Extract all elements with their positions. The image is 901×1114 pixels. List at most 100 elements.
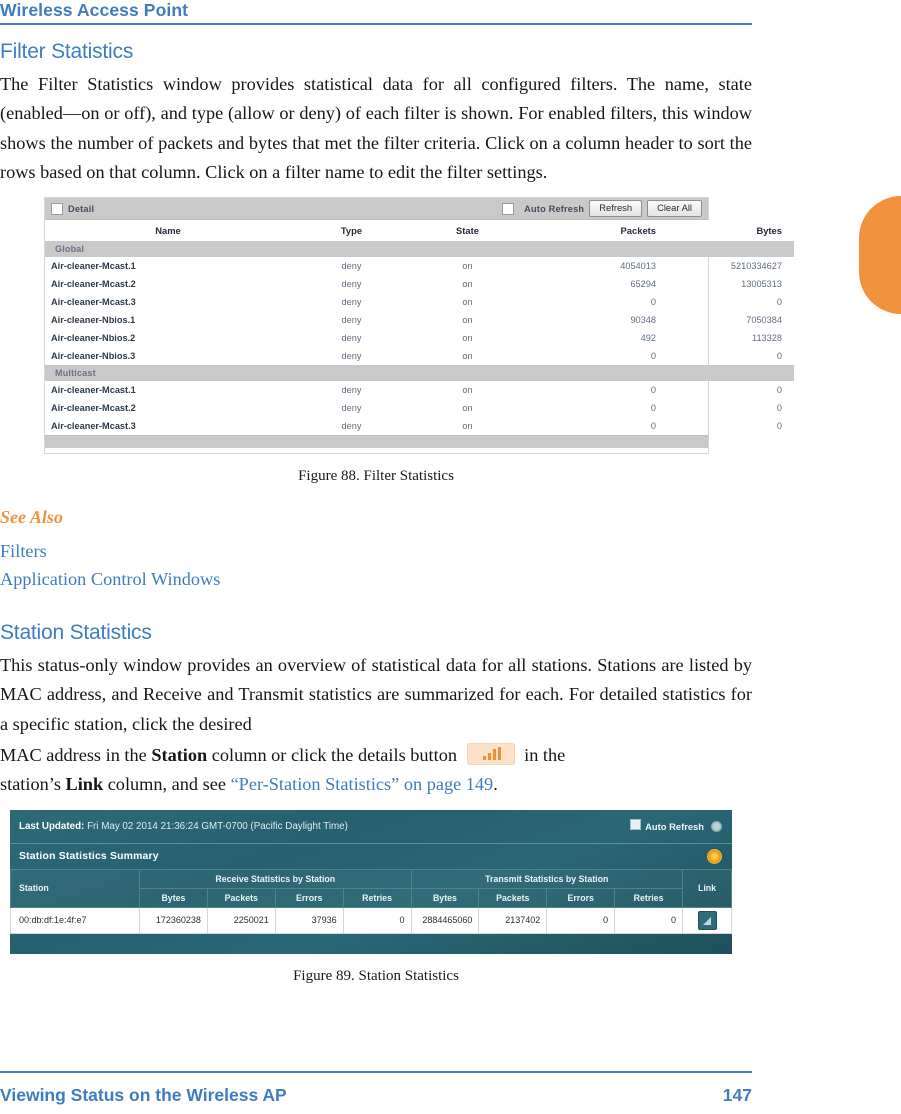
column-header-link[interactable]: Link (682, 868, 732, 908)
group-row-global: Global (45, 241, 794, 258)
detail-checkbox-label: Detail (68, 203, 95, 214)
xref-per-station-statistics[interactable]: “Per-Station Statistics” on page 149 (231, 774, 494, 794)
station-stats-topbar-actions: Auto Refresh (630, 817, 722, 835)
filter-stats-toolbar-actions: Auto Refresh Refresh Clear All (502, 200, 702, 218)
column-header-rx-errors[interactable]: Errors (274, 887, 344, 908)
cell-station-mac[interactable]: 00:db:df:1e:4f:e7 (10, 906, 140, 934)
cell-link-button[interactable] (682, 906, 732, 934)
column-header-station[interactable]: Station (10, 868, 140, 908)
collapse-toggle-icon[interactable] (707, 848, 722, 864)
see-also-link-filters[interactable]: Filters (0, 537, 752, 565)
header-rule (0, 23, 752, 25)
cell-bytes: 5210334627 (730, 261, 782, 272)
cell-type: deny (341, 351, 362, 362)
cell-rx-retries: 0 (342, 906, 412, 934)
text-mac-address-in-the: MAC address in the (0, 745, 152, 766)
detail-checkbox[interactable] (51, 202, 63, 215)
column-header-rx-bytes[interactable]: Bytes (139, 887, 208, 908)
cell-name[interactable]: Air-cleaner-Mcast.3 (45, 417, 291, 435)
column-header-tx-bytes[interactable]: Bytes (410, 887, 480, 908)
see-also-link-application-control-windows[interactable]: Application Control Windows (0, 565, 752, 593)
table-row[interactable]: Air-cleaner-Mcast.1 deny on 4054013 5210… (45, 257, 794, 275)
table-row[interactable]: Air-cleaner-Nbios.2 deny on 492 113328 (45, 329, 794, 347)
page-footer: Viewing Status on the Wireless AP 147 (0, 1085, 752, 1106)
cell-bytes: 0 (776, 297, 782, 308)
cell-bytes: 13005313 (741, 279, 782, 290)
filter-statistics-screenshot: Detail Auto Refresh Refresh Clear All Na… (44, 197, 794, 455)
cell-name[interactable]: Air-cleaner-Nbios.1 (45, 311, 291, 329)
table-row[interactable]: Air-cleaner-Mcast.3 deny on 0 0 (45, 293, 794, 311)
cell-name[interactable]: Air-cleaner-Mcast.1 (45, 257, 291, 275)
heading-filter-statistics: Filter Statistics (0, 40, 134, 63)
cell-name[interactable]: Air-cleaner-Nbios.2 (45, 329, 291, 347)
cell-type: deny (341, 315, 362, 326)
cell-packets: 0 (650, 421, 656, 432)
text-period: . (493, 774, 498, 795)
filter-stats-toolbar: Detail Auto Refresh Refresh Clear All (45, 198, 708, 221)
cell-state: on (462, 261, 473, 272)
figure-88-caption: Figure 88. Filter Statistics (298, 468, 454, 485)
paragraph-station-statistics-part3: station’s Link column, and see “Per-Stat… (0, 770, 752, 799)
column-header-name[interactable]: Name (45, 220, 291, 242)
gear-icon[interactable] (711, 820, 722, 832)
cell-packets: 4054013 (620, 261, 656, 272)
column-header-packets[interactable]: Packets (523, 220, 664, 242)
cell-type: deny (341, 385, 362, 396)
cell-state: on (462, 297, 473, 308)
table-row[interactable]: Air-cleaner-Mcast.1 deny on 0 0 (45, 381, 794, 399)
footer-section-title: Viewing Status on the Wireless AP (0, 1085, 287, 1105)
cell-packets: 0 (650, 297, 656, 308)
column-header-rx-retries[interactable]: Retries (342, 887, 412, 908)
figure-89-caption: Figure 89. Station Statistics (293, 967, 459, 984)
refresh-button[interactable]: Refresh (589, 200, 643, 218)
cell-tx-retries: 0 (614, 906, 683, 934)
table-row[interactable]: Air-cleaner-Nbios.3 deny on 0 0 (45, 347, 794, 365)
station-statistics-screenshot: Last Updated: Fri May 02 2014 21:36:24 G… (10, 809, 732, 954)
station-details-icon[interactable] (697, 910, 717, 930)
auto-refresh-control[interactable]: Auto Refresh (630, 817, 704, 835)
cell-state: on (462, 279, 473, 290)
clear-all-button[interactable]: Clear All (647, 200, 702, 218)
column-header-tx-retries[interactable]: Retries (614, 887, 683, 908)
table-row[interactable]: Air-cleaner-Mcast.2 deny on 0 0 (45, 399, 794, 417)
cell-bytes: 113328 (752, 333, 782, 344)
column-header-rx-packets[interactable]: Packets (206, 887, 276, 908)
paragraph-station-statistics-part2: MAC address in the Station column or cli… (0, 741, 752, 770)
cell-type: deny (341, 333, 362, 344)
column-header-tx-packets[interactable]: Packets (478, 887, 548, 908)
footer-page-number: 147 (722, 1085, 752, 1105)
table-row[interactable]: Air-cleaner-Nbios.1 deny on 90348 705038… (45, 311, 794, 329)
cell-packets: 0 (650, 403, 656, 414)
filter-stats-footer-bar (45, 435, 708, 449)
column-header-state[interactable]: State (412, 220, 523, 242)
cell-name[interactable]: Air-cleaner-Mcast.3 (45, 293, 291, 311)
table-row[interactable]: Air-cleaner-Mcast.3 deny on 0 0 (45, 417, 794, 435)
auto-refresh-checkbox[interactable] (502, 202, 515, 215)
station-stats-bottom-bar (10, 934, 732, 954)
cell-bytes: 0 (776, 385, 782, 396)
filter-statistics-table: Name Type State Packets Bytes Global Air… (45, 220, 794, 435)
group-label: Global (45, 241, 794, 258)
cell-name[interactable]: Air-cleaner-Mcast.2 (45, 399, 291, 417)
text-stations: station’s (0, 774, 66, 795)
figure-88: Detail Auto Refresh Refresh Clear All Na… (0, 197, 794, 485)
station-statistics-table: Station Receive Statistics by Station Tr… (10, 868, 732, 934)
cell-rx-bytes: 172360238 (139, 906, 208, 934)
cell-bytes: 7050384 (746, 315, 782, 326)
table-row[interactable]: 00:db:df:1e:4f:e7 172360238 2250021 3793… (10, 906, 732, 934)
column-header-type[interactable]: Type (291, 220, 412, 242)
auto-refresh-checkbox[interactable] (630, 819, 642, 831)
page-content: Filter Statistics The Filter Statistics … (0, 40, 794, 985)
cell-state: on (462, 315, 473, 326)
column-header-tx-errors[interactable]: Errors (546, 887, 616, 908)
column-group-header-receive: Receive Statistics by Station (139, 868, 412, 889)
table-row[interactable]: Air-cleaner-Mcast.2 deny on 65294 130053… (45, 275, 794, 293)
cell-bytes: 0 (776, 351, 782, 362)
cell-rx-errors: 37936 (274, 906, 344, 934)
cell-name[interactable]: Air-cleaner-Mcast.2 (45, 275, 291, 293)
cell-name[interactable]: Air-cleaner-Mcast.1 (45, 381, 291, 399)
column-header-bytes[interactable]: Bytes (664, 220, 794, 242)
cell-name[interactable]: Air-cleaner-Nbios.3 (45, 347, 291, 365)
cell-tx-bytes: 2884465060 (410, 906, 480, 934)
chapter-thumb-tab (859, 196, 901, 314)
